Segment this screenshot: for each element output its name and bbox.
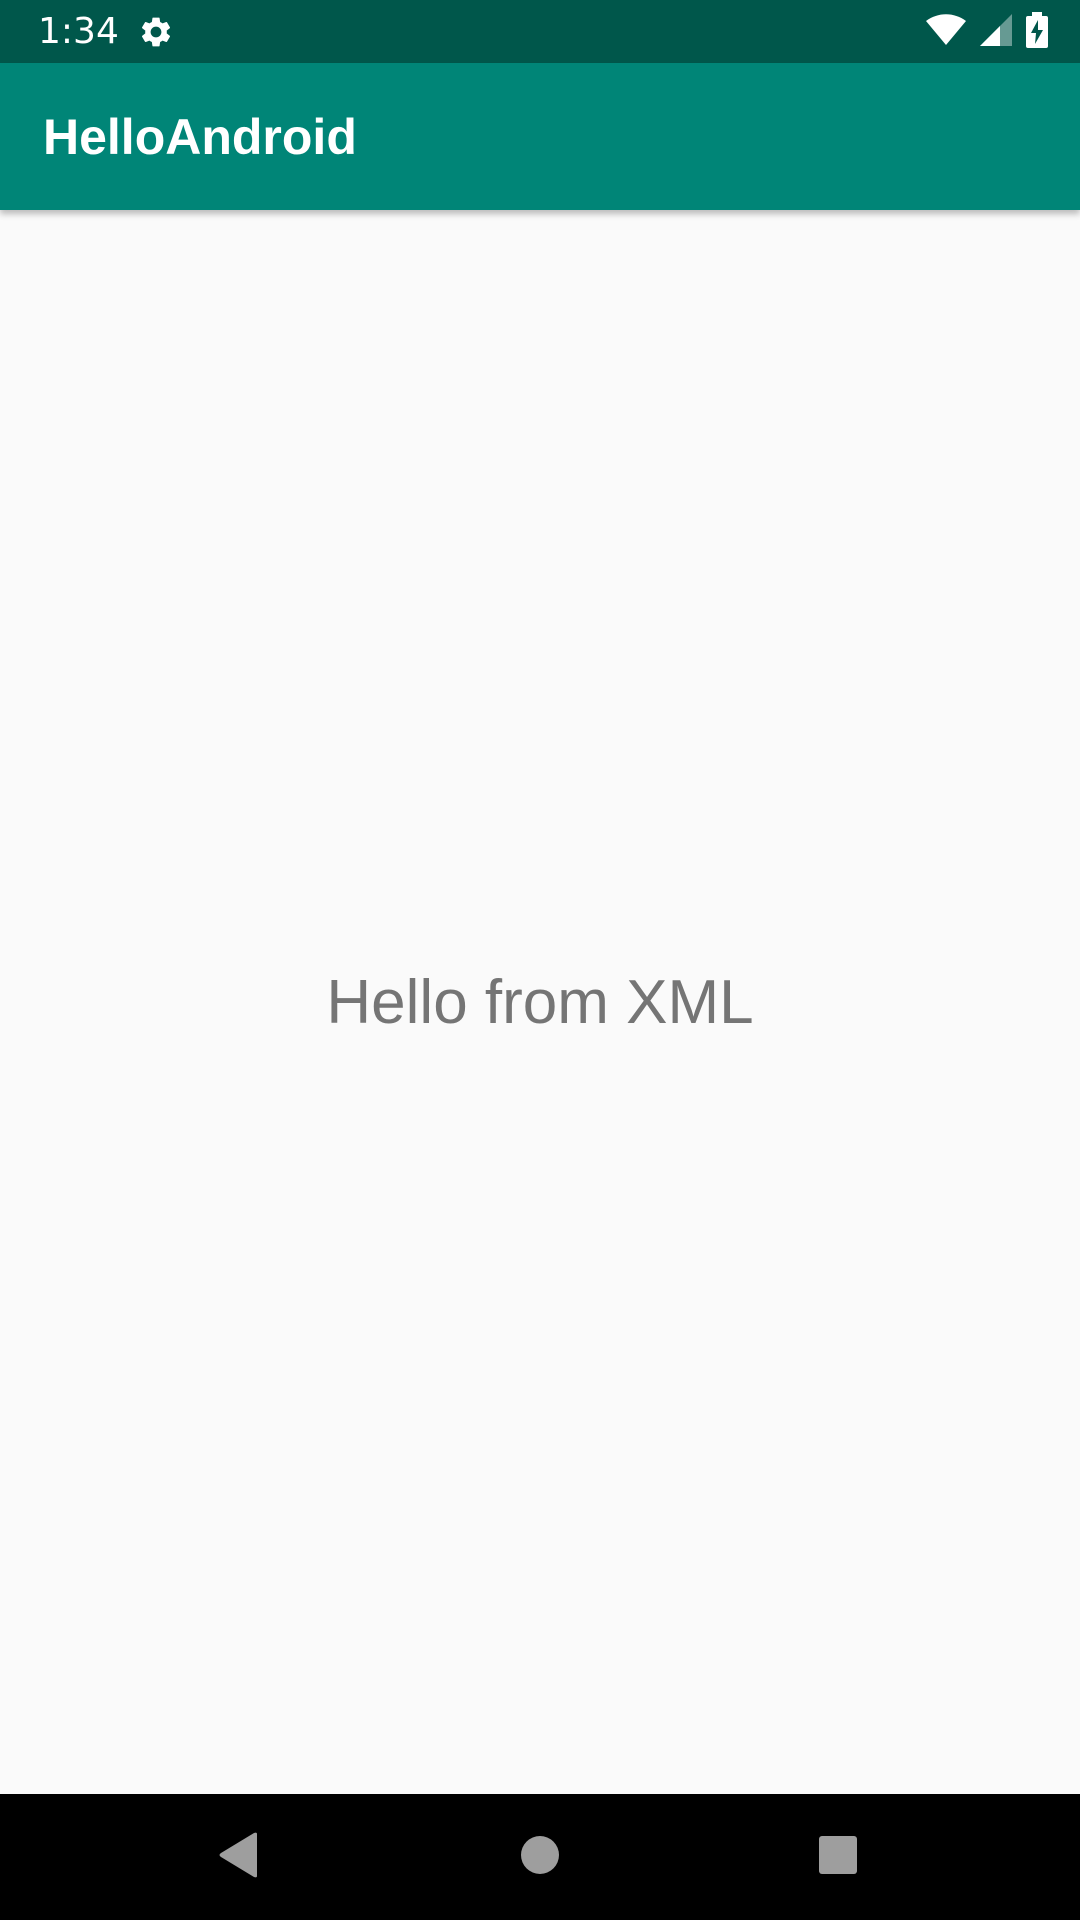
signal-icon: [980, 14, 1012, 50]
hello-text: Hello from XML: [326, 967, 754, 1037]
battery-charging-icon: [1026, 12, 1048, 52]
home-button[interactable]: [507, 1824, 573, 1890]
status-icons: [926, 12, 1048, 52]
screen: 1:34 HelloAndroid Hello from XML: [0, 0, 1080, 1920]
gear-icon: [138, 14, 174, 50]
status-time: 1:34: [38, 11, 119, 52]
recents-icon: [818, 1835, 858, 1879]
recents-button[interactable]: [805, 1824, 871, 1890]
navigation-bar: [0, 1794, 1080, 1920]
back-button[interactable]: [206, 1824, 272, 1890]
back-icon: [217, 1831, 261, 1883]
home-icon: [520, 1835, 560, 1879]
app-bar: HelloAndroid: [0, 63, 1080, 210]
main-content: Hello from XML: [0, 210, 1080, 1794]
status-bar: 1:34: [0, 0, 1080, 63]
app-title: HelloAndroid: [43, 109, 357, 165]
wifi-icon: [926, 14, 966, 50]
